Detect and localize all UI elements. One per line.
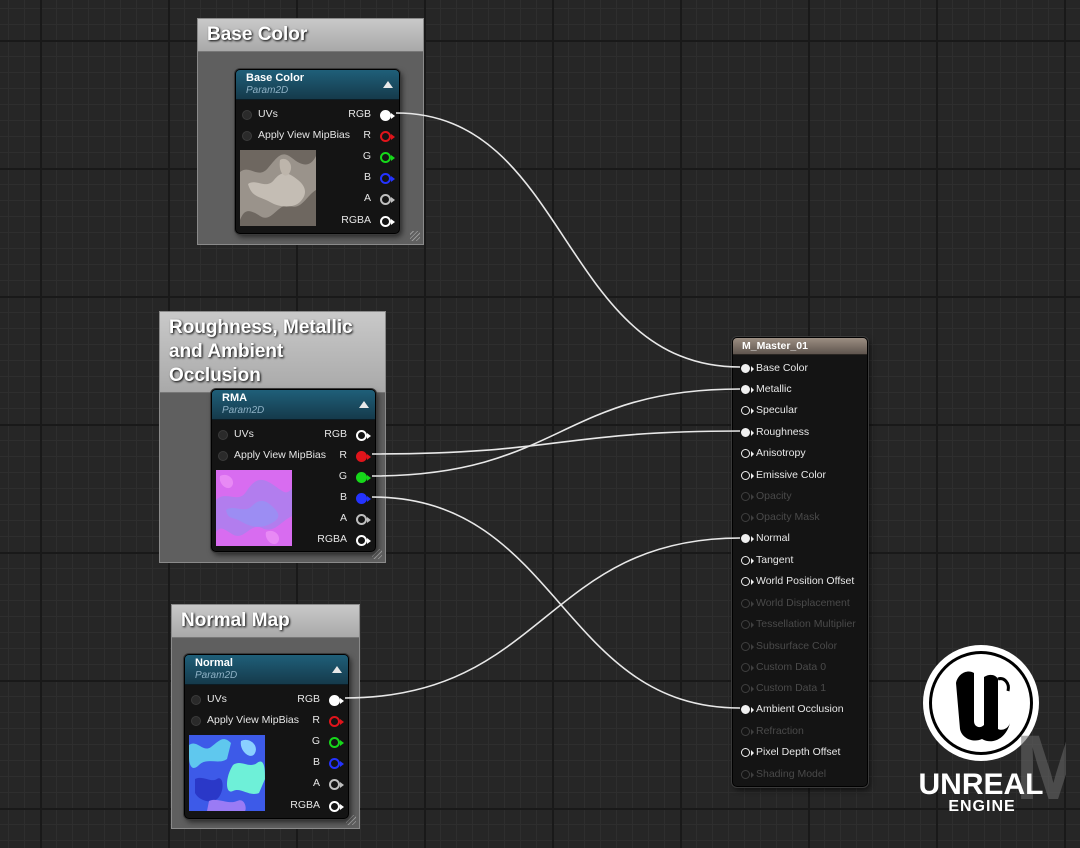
- unreal-engine-logo: MA UNREAL ENGINE: [896, 643, 1080, 843]
- unreal-logo-icon: MA UNREAL ENGINE: [919, 645, 1080, 819]
- logo-text-engine: ENGINE: [948, 798, 1015, 815]
- wire-ambient-occlusion[interactable]: [371, 496, 741, 709]
- wire-base-color[interactable]: [395, 112, 741, 368]
- wire-normal[interactable]: [344, 537, 741, 699]
- logo-text-unreal: UNREAL: [919, 768, 1044, 801]
